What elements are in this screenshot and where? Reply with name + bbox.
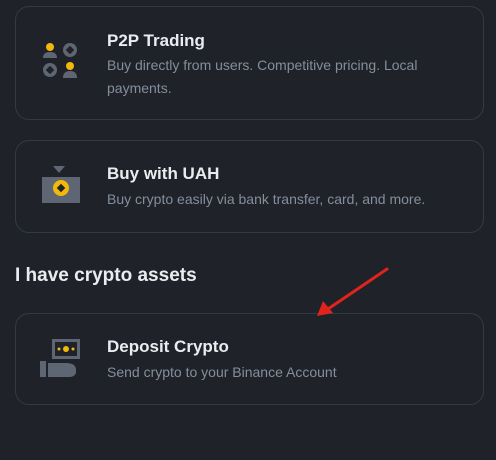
annotation-arrow [317,267,389,316]
page: P2P Trading Buy directly from users. Com… [0,0,496,460]
